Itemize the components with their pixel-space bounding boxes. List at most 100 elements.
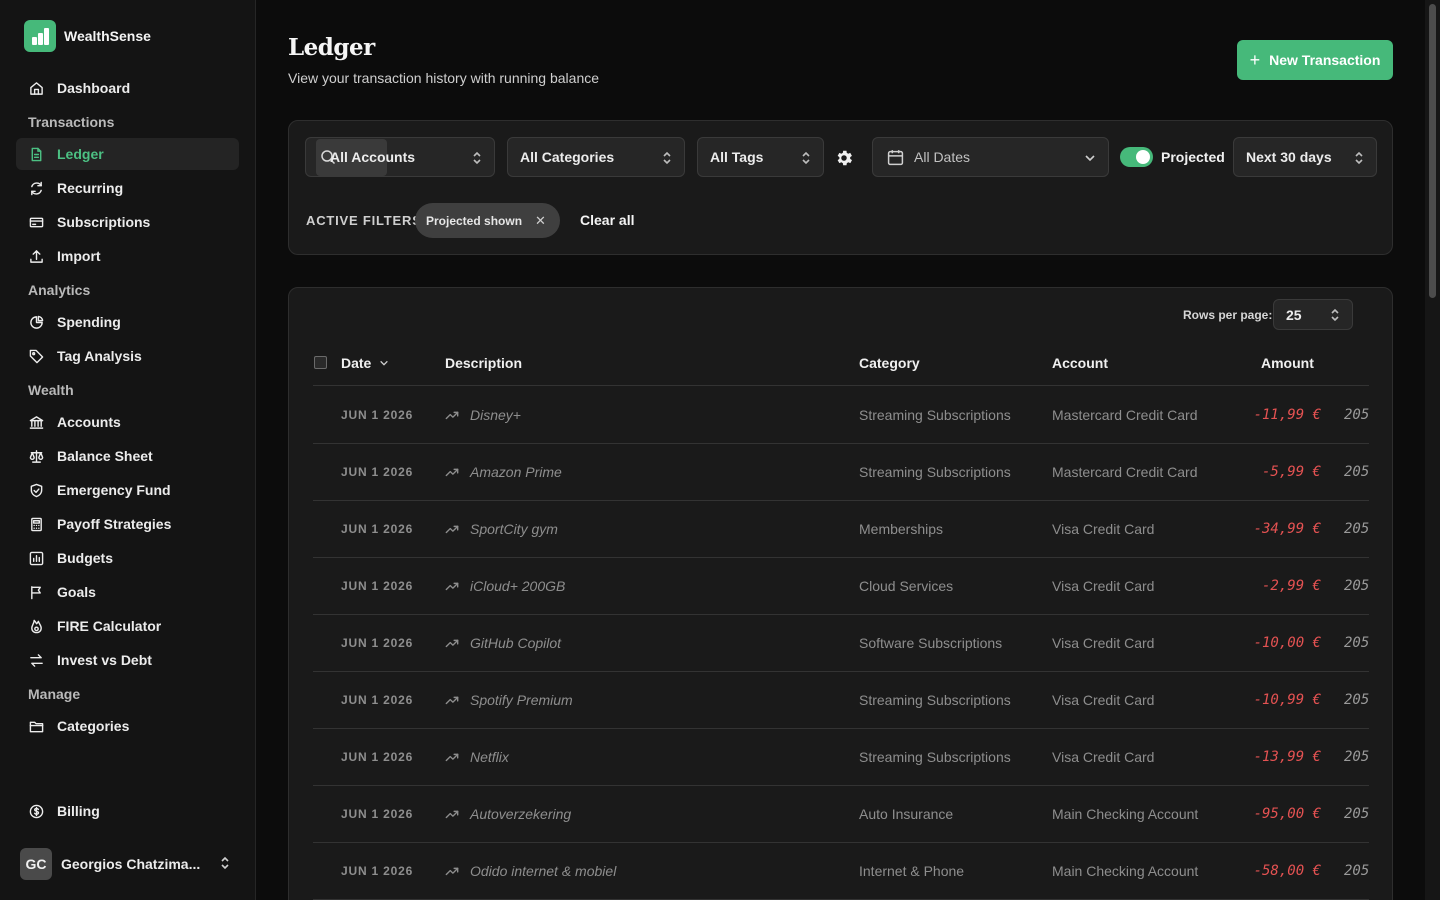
- row-description: SportCity gym: [470, 521, 558, 537]
- row-account: Visa Credit Card: [1052, 749, 1155, 765]
- new-transaction-button[interactable]: + New Transaction: [1237, 40, 1393, 80]
- page-subtitle: View your transaction history with runni…: [288, 70, 600, 86]
- page-scrollbar[interactable]: [1425, 0, 1440, 900]
- sidebar-item-label: Import: [57, 248, 101, 264]
- sidebar-item-label: Budgets: [57, 550, 113, 566]
- chevron-down-icon: [380, 360, 389, 366]
- sidebar-item-goals[interactable]: Goals: [16, 576, 239, 608]
- sidebar-item-budgets[interactable]: Budgets: [16, 542, 239, 574]
- sidebar-item-ledger[interactable]: Ledger: [16, 138, 239, 170]
- sidebar-item-tag-analysis[interactable]: Tag Analysis: [16, 340, 239, 372]
- new-transaction-label: New Transaction: [1269, 52, 1381, 68]
- sidebar-item-dashboard[interactable]: Dashboard: [16, 72, 239, 104]
- sidebar-item-label: Balance Sheet: [57, 448, 153, 464]
- rows-per-page-select[interactable]: 25: [1273, 299, 1353, 330]
- row-amount: -58,00 €: [1253, 863, 1321, 879]
- scale-icon: [28, 448, 44, 464]
- close-icon[interactable]: ✕: [535, 213, 546, 229]
- sidebar-item-billing[interactable]: Billing: [16, 795, 239, 827]
- table-body: JUN 1 2026 Disney+ Streaming Subscriptions…: [313, 387, 1369, 900]
- tags-select[interactable]: All Tags: [697, 137, 824, 177]
- dollar-circle-icon: [28, 803, 44, 819]
- filter-panel: All Accounts All Categories All Tags All…: [288, 120, 1393, 255]
- row-date: JUN 1 2026: [341, 807, 414, 821]
- brand[interactable]: WealthSense: [24, 20, 151, 52]
- ledger-table: Rows per page: 25 Date Description Categ…: [288, 287, 1393, 900]
- chevrons-up-down-icon: [1330, 307, 1340, 323]
- refresh-icon: [28, 180, 44, 196]
- pie-chart-icon: [28, 314, 44, 330]
- table-row[interactable]: JUN 1 2026 iCloud+ 200GB Cloud Services Vis…: [313, 558, 1369, 615]
- filter-chip[interactable]: Projected shown ✕: [415, 203, 560, 238]
- row-amount: -95,00 €: [1253, 806, 1321, 822]
- accounts-select[interactable]: All Accounts: [305, 137, 495, 177]
- projected-toggle[interactable]: [1120, 147, 1153, 167]
- sidebar-item-import[interactable]: Import: [16, 240, 239, 272]
- sidebar-item-recurring[interactable]: Recurring: [16, 172, 239, 204]
- page-title: Ledger: [288, 34, 375, 61]
- sidebar-item-categories[interactable]: Categories: [16, 710, 239, 742]
- row-account: Visa Credit Card: [1052, 692, 1155, 708]
- sidebar-item-invest-vs-debt[interactable]: Invest vs Debt: [16, 644, 239, 676]
- sidebar-item-label: Payoff Strategies: [57, 516, 172, 532]
- trending-up-icon: [445, 864, 459, 878]
- row-account: Mastercard Credit Card: [1052, 464, 1198, 480]
- sidebar-item-label: Invest vs Debt: [57, 652, 152, 668]
- sidebar-item-emergency-fund[interactable]: Emergency Fund: [16, 474, 239, 506]
- sidebar-item-spending[interactable]: Spending: [16, 306, 239, 338]
- table-row[interactable]: JUN 1 2026 Spotify Premium Streaming Subsc…: [313, 672, 1369, 729]
- chevrons-up-down-icon: [472, 150, 482, 166]
- sidebar-item-label: Accounts: [57, 414, 121, 430]
- sidebar-item-balance-sheet[interactable]: Balance Sheet: [16, 440, 239, 472]
- home-icon: [28, 80, 44, 96]
- table-row[interactable]: JUN 1 2026 Autoverzekering Auto Insurance M…: [313, 786, 1369, 843]
- sidebar-section-label: Analytics: [28, 282, 91, 298]
- range-select[interactable]: Next 30 days: [1233, 137, 1377, 177]
- select-all-checkbox[interactable]: [314, 356, 327, 369]
- sidebar-item-payoff-strategies[interactable]: Payoff Strategies: [16, 508, 239, 540]
- folder-icon: [28, 718, 44, 734]
- clear-all-button[interactable]: Clear all: [580, 212, 634, 228]
- tag-icon: [28, 348, 44, 364]
- row-balance: 205: [1344, 749, 1370, 765]
- sidebar-item-label: Goals: [57, 584, 96, 600]
- active-filters-label: ACTIVE FILTERS:: [306, 213, 427, 228]
- credit-card-icon: [28, 214, 44, 230]
- table-row[interactable]: JUN 1 2026 SportCity gym Memberships Visa C…: [313, 501, 1369, 558]
- table-row[interactable]: JUN 1 2026 Netflix Streaming Subscriptions…: [313, 729, 1369, 786]
- sidebar-item-label: Emergency Fund: [57, 482, 171, 498]
- scrollbar-thumb[interactable]: [1429, 4, 1436, 298]
- trending-up-icon: [445, 807, 459, 821]
- row-description: Spotify Premium: [470, 692, 573, 708]
- table-row[interactable]: JUN 1 2026 GitHub Copilot Software Subscri…: [313, 615, 1369, 672]
- row-date: JUN 1 2026: [341, 750, 414, 764]
- row-description: Autoverzekering: [470, 806, 572, 822]
- date-column-header[interactable]: Date: [341, 355, 389, 371]
- table-row[interactable]: JUN 1 2026 Amazon Prime Streaming Subscrip…: [313, 444, 1369, 501]
- shield-icon: [28, 482, 44, 498]
- categories-select[interactable]: All Categories: [507, 137, 685, 177]
- trending-up-icon: [445, 750, 459, 764]
- chevrons-up-down-icon: [220, 855, 236, 874]
- row-description: GitHub Copilot: [470, 635, 562, 651]
- sidebar-item-label: Subscriptions: [57, 214, 151, 230]
- sidebar-item-accounts[interactable]: Accounts: [16, 406, 239, 438]
- sidebar-item-label: Billing: [57, 803, 100, 819]
- gear-icon[interactable]: [834, 148, 854, 168]
- table-row[interactable]: JUN 1 2026 Odido internet & mobiel Interne…: [313, 843, 1369, 900]
- table-row[interactable]: JUN 1 2026 Disney+ Streaming Subscriptions…: [313, 387, 1369, 444]
- dates-select[interactable]: All Dates: [872, 137, 1109, 177]
- row-amount: -34,99 €: [1253, 521, 1321, 537]
- date-header-label: Date: [341, 355, 372, 371]
- user-name: Georgios Chatzima...: [61, 856, 201, 872]
- trending-up-icon: [445, 408, 459, 422]
- trending-up-icon: [445, 636, 459, 650]
- sidebar-item-fire-calculator[interactable]: FIRE Calculator: [16, 610, 239, 642]
- dates-select-value: All Dates: [914, 149, 971, 165]
- user-menu[interactable]: GC Georgios Chatzima...: [20, 847, 236, 881]
- logo-bar-chart-icon: [24, 20, 56, 52]
- row-category: Memberships: [859, 521, 944, 537]
- description-column-header: Description: [445, 355, 523, 371]
- row-date: JUN 1 2026: [341, 579, 414, 593]
- sidebar-item-subscriptions[interactable]: Subscriptions: [16, 206, 239, 238]
